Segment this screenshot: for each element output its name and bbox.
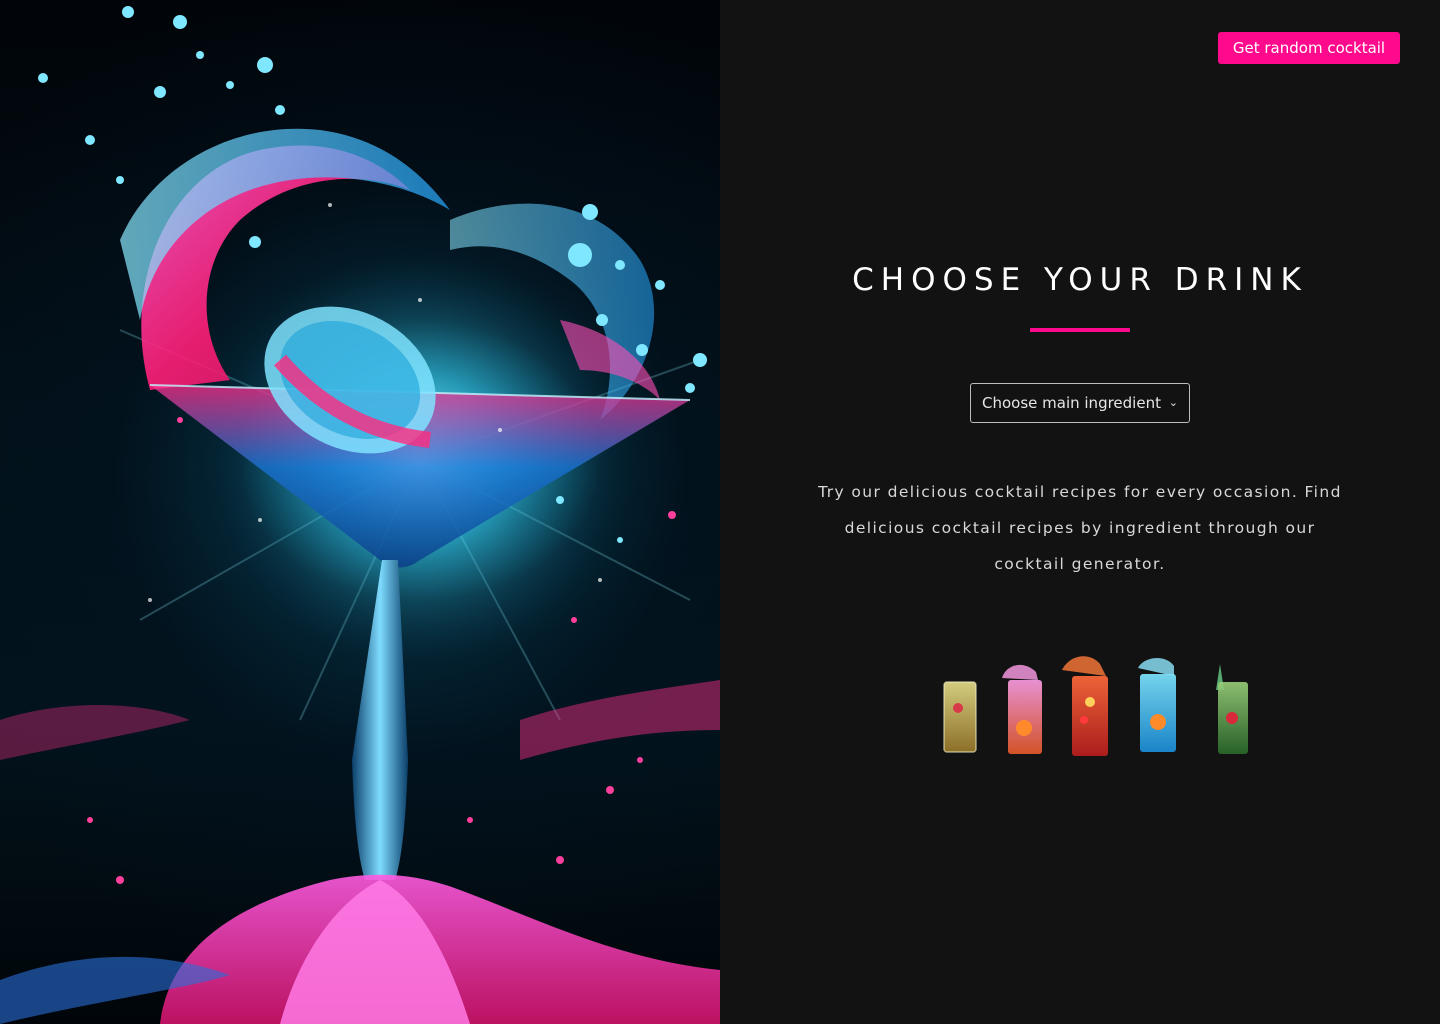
content-panel: Get random cocktail CHOOSE YOUR DRINK Ch… <box>720 0 1440 1024</box>
page: Get random cocktail CHOOSE YOUR DRINK Ch… <box>0 0 1440 1024</box>
get-random-cocktail-button[interactable]: Get random cocktail <box>1218 32 1400 64</box>
title-underline-divider <box>1030 328 1130 332</box>
cocktail-glasses-illustration <box>943 656 1248 756</box>
description-text: Try our delicious cocktail recipes for e… <box>818 483 1342 573</box>
page-title: CHOOSE YOUR DRINK <box>852 262 1308 298</box>
yellow-cocktail-glass <box>943 681 977 753</box>
martini-splash-illustration <box>0 6 720 1024</box>
chevron-down-icon: ⌄ <box>1168 396 1178 409</box>
ingredient-select-value: Choose main ingredient <box>982 394 1161 412</box>
hero-cocktail-image <box>0 0 720 1024</box>
blue-cocktail-glass <box>1138 657 1176 752</box>
main-ingredient-select[interactable]: Choose main ingredient ⌄ <box>970 383 1190 423</box>
cocktail-glasses-image <box>920 650 1250 770</box>
red-cocktail-glass <box>1062 656 1108 756</box>
green-cocktail-glass <box>1216 664 1248 754</box>
pink-cocktail-glass <box>1002 664 1042 754</box>
